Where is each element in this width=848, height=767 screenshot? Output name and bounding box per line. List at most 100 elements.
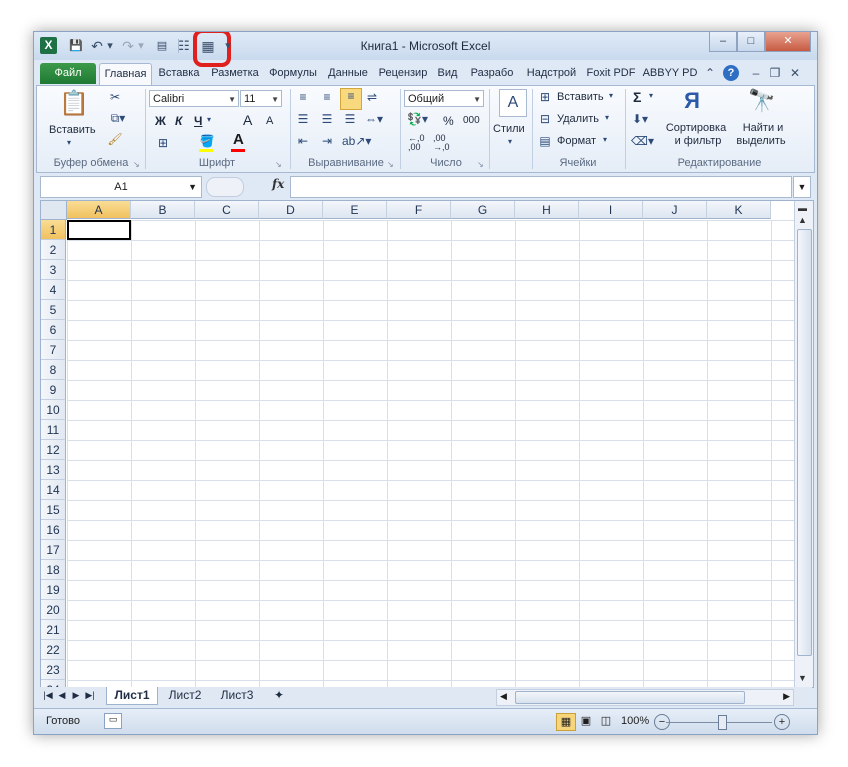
styles-dropdown-icon[interactable]: ▾ bbox=[508, 137, 512, 146]
row-header-11[interactable]: 11 bbox=[41, 420, 66, 440]
row-header-1[interactable]: 1 bbox=[41, 220, 66, 240]
underline-dropdown-icon[interactable]: ▾ bbox=[207, 115, 211, 124]
row-header-6[interactable]: 6 bbox=[41, 320, 66, 340]
row-header-15[interactable]: 15 bbox=[41, 500, 66, 520]
copy-icon[interactable]: ⧉▾ bbox=[107, 111, 129, 126]
sheet-tab-3[interactable]: Лист3 bbox=[212, 687, 262, 704]
select-all-corner[interactable] bbox=[41, 201, 67, 220]
format-painter-icon[interactable]: 🖌 bbox=[107, 132, 123, 146]
thousands-button[interactable]: 000 bbox=[463, 115, 480, 126]
format-dropdown-icon[interactable]: ▾ bbox=[603, 135, 607, 144]
expand-formula-bar-icon[interactable]: ▼ bbox=[793, 176, 811, 198]
horizontal-scrollbar[interactable]: ◀ ▶ bbox=[496, 689, 794, 706]
font-color-button[interactable]: A bbox=[233, 131, 244, 148]
styles-icon[interactable]: A bbox=[499, 89, 527, 117]
sheet-tab-2[interactable]: Лист2 bbox=[160, 687, 210, 704]
delete-dropdown-icon[interactable]: ▾ bbox=[605, 113, 609, 122]
delete-cells-button[interactable]: Удалить bbox=[557, 113, 599, 125]
zoom-in-button[interactable]: + bbox=[774, 714, 790, 730]
align-left-icon[interactable]: ☰ bbox=[295, 112, 311, 126]
tab-insert[interactable]: Вставка bbox=[152, 63, 206, 84]
paste-button[interactable]: Вставить bbox=[49, 124, 96, 136]
sort-filter-label-1[interactable]: Сортировка bbox=[661, 122, 731, 134]
underline-button[interactable]: Ч bbox=[194, 114, 202, 128]
maximize-button[interactable]: □ bbox=[737, 32, 765, 52]
row-header-14[interactable]: 14 bbox=[41, 480, 66, 500]
tab-developer[interactable]: Разрабо bbox=[463, 63, 521, 84]
row-header-2[interactable]: 2 bbox=[41, 240, 66, 260]
align-top-icon[interactable]: ≡ bbox=[295, 90, 311, 104]
column-header-j[interactable]: J bbox=[643, 201, 707, 219]
row-header-5[interactable]: 5 bbox=[41, 300, 66, 320]
column-header-g[interactable]: G bbox=[451, 201, 515, 219]
last-sheet-icon[interactable]: ▶| bbox=[84, 687, 96, 704]
row-header-7[interactable]: 7 bbox=[41, 340, 66, 360]
column-header-d[interactable]: D bbox=[259, 201, 323, 219]
find-select-label-1[interactable]: Найти и bbox=[733, 122, 793, 134]
font-size-select[interactable]: 11 ▼ bbox=[240, 90, 282, 107]
decrease-indent-icon[interactable]: ⇤ bbox=[295, 134, 311, 148]
column-header-k[interactable]: K bbox=[707, 201, 771, 219]
tab-file[interactable]: Файл bbox=[40, 63, 96, 84]
clear-icon[interactable]: ⌫▾ bbox=[631, 134, 654, 148]
column-header-b[interactable]: B bbox=[131, 201, 195, 219]
row-header-3[interactable]: 3 bbox=[41, 260, 66, 280]
decrease-decimal-button[interactable]: ,00 →,0 bbox=[433, 134, 459, 152]
minimize-ribbon-icon[interactable]: ⌃ bbox=[702, 65, 718, 81]
workbook-minimize-icon[interactable]: – bbox=[748, 65, 764, 81]
percent-button[interactable]: % bbox=[443, 114, 454, 128]
orientation-icon[interactable]: ab↗▾ bbox=[342, 134, 371, 148]
increase-indent-icon[interactable]: ⇥ bbox=[319, 134, 335, 148]
wrap-text-icon[interactable]: ⇌ bbox=[364, 90, 380, 104]
row-header-16[interactable]: 16 bbox=[41, 520, 66, 540]
column-header-a[interactable]: A bbox=[67, 201, 131, 219]
row-header-4[interactable]: 4 bbox=[41, 280, 66, 300]
shrink-font-button[interactable]: A bbox=[266, 115, 273, 127]
row-header-13[interactable]: 13 bbox=[41, 460, 66, 480]
prev-sheet-icon[interactable]: ◀ bbox=[56, 687, 68, 704]
fill-icon[interactable]: ⬇▾ bbox=[631, 112, 649, 126]
row-header-10[interactable]: 10 bbox=[41, 400, 66, 420]
cut-icon[interactable]: ✂ bbox=[107, 90, 123, 104]
zoom-level[interactable]: 100% bbox=[621, 715, 649, 727]
active-cell-a1[interactable] bbox=[67, 220, 131, 240]
bold-button[interactable]: Ж bbox=[155, 114, 166, 128]
scroll-up-icon[interactable]: ▲ bbox=[798, 215, 807, 225]
scroll-down-icon[interactable]: ▼ bbox=[798, 673, 807, 683]
fill-color-icon[interactable]: 🪣 bbox=[199, 134, 215, 148]
row-header-8[interactable]: 8 bbox=[41, 360, 66, 380]
row-header-18[interactable]: 18 bbox=[41, 560, 66, 580]
styles-button[interactable]: Стили bbox=[493, 123, 525, 135]
sheet-tab-1[interactable]: Лист1 bbox=[106, 687, 158, 705]
close-button[interactable]: ✕ bbox=[765, 32, 811, 52]
grow-font-button[interactable]: A bbox=[243, 112, 252, 128]
row-header-21[interactable]: 21 bbox=[41, 620, 66, 640]
formula-input[interactable] bbox=[290, 176, 792, 198]
tab-formulas[interactable]: Формулы bbox=[264, 63, 322, 84]
italic-button[interactable]: К bbox=[175, 114, 182, 128]
cell-grid[interactable] bbox=[67, 220, 794, 687]
insert-cells-button[interactable]: Вставить bbox=[557, 91, 604, 103]
merge-center-icon[interactable]: ⇔▾ bbox=[364, 112, 384, 126]
currency-icon[interactable]: 💱▾ bbox=[407, 112, 428, 126]
format-cells-icon[interactable]: ▤ bbox=[537, 134, 553, 148]
sort-filter-icon[interactable]: Я bbox=[677, 88, 707, 118]
help-icon[interactable]: ? bbox=[723, 65, 739, 81]
delete-cells-icon[interactable]: ⊟ bbox=[537, 112, 553, 126]
tab-foxit-pdf[interactable]: Foxit PDF bbox=[582, 63, 640, 84]
insert-dropdown-icon[interactable]: ▾ bbox=[609, 91, 613, 100]
column-header-c[interactable]: C bbox=[195, 201, 259, 219]
row-header-12[interactable]: 12 bbox=[41, 440, 66, 460]
format-cells-button[interactable]: Формат bbox=[557, 135, 596, 147]
align-right-icon[interactable]: ☰ bbox=[342, 112, 358, 126]
formula-bar-splitter[interactable] bbox=[206, 177, 244, 197]
font-name-select[interactable]: Calibri ▼ bbox=[149, 90, 239, 107]
minimize-button[interactable]: – bbox=[709, 32, 737, 52]
font-dialog-launcher-icon[interactable]: ↘ bbox=[275, 160, 284, 169]
row-header-19[interactable]: 19 bbox=[41, 580, 66, 600]
scroll-left-icon[interactable]: ◀ bbox=[500, 690, 507, 703]
number-format-select[interactable]: Общий ▼ bbox=[404, 90, 484, 107]
insert-function-icon[interactable]: fx bbox=[272, 177, 284, 191]
row-header-22[interactable]: 22 bbox=[41, 640, 66, 660]
zoom-slider-thumb[interactable] bbox=[718, 715, 727, 730]
